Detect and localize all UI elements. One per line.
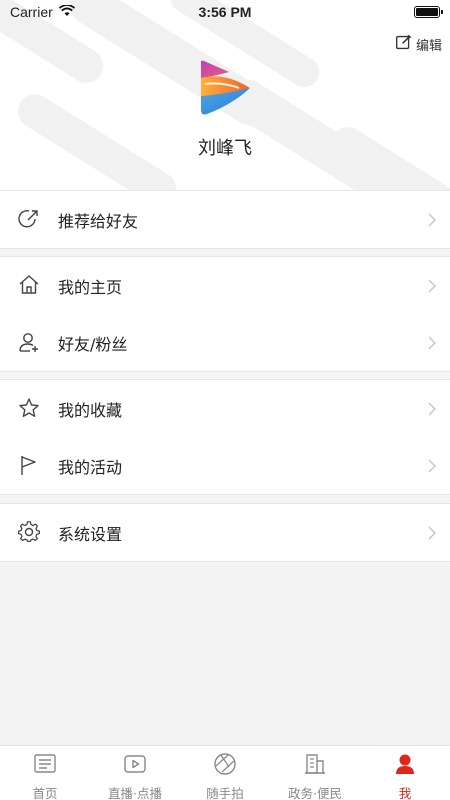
wifi-icon	[58, 4, 75, 20]
chevron-right-icon	[428, 335, 436, 350]
menu-label-recommend: 推荐给好友	[58, 211, 139, 231]
edit-icon	[395, 34, 412, 55]
flag-icon	[18, 454, 40, 476]
chevron-right-icon	[428, 278, 436, 293]
tab-label: 首页	[32, 786, 58, 800]
menu-item-activities[interactable]: 我的活动	[0, 437, 450, 494]
menu-item-friends[interactable]: 好友/粉丝	[0, 314, 450, 371]
menu-label-homepage: 我的主页	[58, 277, 123, 297]
chevron-right-icon	[428, 525, 436, 540]
menu-item-settings[interactable]: 系统设置	[0, 504, 450, 561]
share-icon	[18, 208, 40, 230]
edit-button[interactable]: 编辑	[395, 34, 442, 55]
home-icon	[18, 274, 40, 296]
tab-label: 政务·便民	[288, 786, 342, 800]
edit-label: 编辑	[415, 39, 442, 54]
tab-me[interactable]: 我	[360, 746, 450, 800]
menu-label-activities: 我的活动	[58, 457, 123, 477]
chevron-right-icon	[428, 212, 436, 227]
menu-item-homepage[interactable]: 我的主页	[0, 257, 450, 314]
play-icon	[123, 752, 147, 780]
battery-icon	[414, 6, 443, 18]
menu-section-share: 推荐给好友	[0, 190, 450, 249]
person-icon	[393, 752, 417, 780]
menu-section-settings: 系统设置	[0, 503, 450, 562]
tab-government[interactable]: 政务·便民	[270, 746, 360, 800]
chevron-right-icon	[428, 458, 436, 473]
chevron-right-icon	[428, 401, 436, 416]
tab-home[interactable]: 首页	[0, 746, 90, 800]
gear-icon	[17, 521, 41, 543]
menu-item-recommend[interactable]: 推荐给好友	[0, 191, 450, 248]
tab-snapshot[interactable]: 随手拍	[180, 746, 270, 800]
menu-label-settings: 系统设置	[58, 524, 123, 544]
menu-section-social: 我的主页 好友/粉丝	[0, 256, 450, 372]
building-icon	[303, 752, 327, 780]
news-icon	[33, 752, 57, 780]
status-bar: Carrier 3:56 PM	[0, 0, 450, 24]
menu-section-personal: 我的收藏 我的活动	[0, 379, 450, 495]
app-logo-avatar[interactable]	[195, 58, 255, 118]
profile-header: 编辑 刘峰飞	[0, 0, 450, 190]
carrier-label: Carrier	[10, 4, 53, 20]
tab-label: 随手拍	[206, 786, 244, 800]
tab-live-vod[interactable]: 直播·点播	[90, 746, 180, 800]
add-friend-icon	[18, 331, 40, 353]
camera-aperture-icon	[213, 752, 237, 780]
tab-label: 我	[398, 786, 412, 800]
menu-item-favorites[interactable]: 我的收藏	[0, 380, 450, 437]
profile-name[interactable]: 刘峰飞	[0, 134, 450, 160]
menu-label-friends: 好友/粉丝	[58, 334, 128, 354]
star-icon	[18, 397, 40, 419]
tab-label: 直播·点播	[108, 786, 162, 800]
bottom-tab-bar: 首页 直播·点播 随手拍 政务·便民 我	[0, 745, 450, 800]
menu-label-favorites: 我的收藏	[58, 400, 123, 420]
